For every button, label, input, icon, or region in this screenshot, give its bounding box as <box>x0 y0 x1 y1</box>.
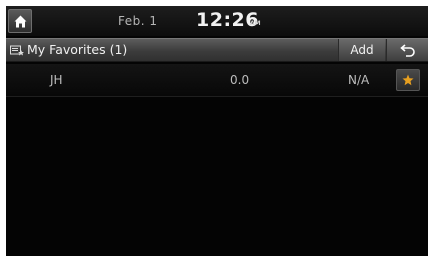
star-icon <box>402 74 414 86</box>
clock-ampm: AM <box>250 20 261 27</box>
add-button[interactable]: Add <box>338 39 385 61</box>
favorite-status: N/A <box>348 73 370 87</box>
favorite-row[interactable]: JH 0.0 N/A <box>6 64 428 97</box>
favorite-star-button[interactable] <box>396 69 420 91</box>
back-arrow-icon <box>400 44 415 57</box>
favorite-name: JH <box>50 73 63 87</box>
page-title: My Favorites (1) <box>27 42 128 57</box>
screen: Feb. 1 12:26 AM My Favorites (1) Add JH … <box>6 6 428 256</box>
home-button[interactable] <box>8 9 32 33</box>
home-icon <box>14 15 27 28</box>
status-bar: Feb. 1 12:26 AM <box>6 6 428 36</box>
favorites-list-icon <box>10 45 24 56</box>
date-label: Feb. 1 <box>118 14 158 28</box>
title-bar: My Favorites (1) Add <box>6 38 428 62</box>
favorite-frequency: 0.0 <box>230 73 250 87</box>
back-button[interactable] <box>386 39 428 61</box>
